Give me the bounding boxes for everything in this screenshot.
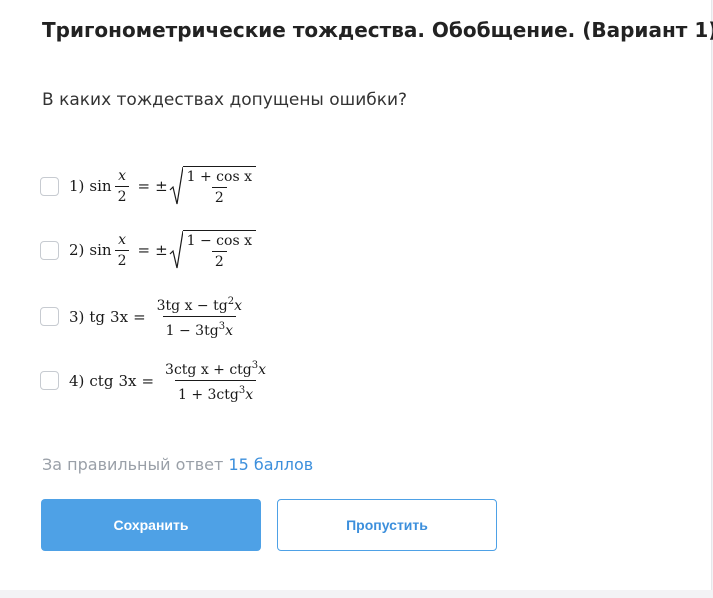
radicand-fraction: 1 + cos x 2 xyxy=(184,169,255,206)
answer-option-3[interactable]: 3) tg 3x = 3tg x − tg2x 1 − 3tg3x xyxy=(40,294,248,339)
option-2-checkbox[interactable] xyxy=(40,240,59,260)
fraction-denominator: 1 − 3tg3x xyxy=(162,316,236,339)
equals-sign: = xyxy=(137,177,151,195)
option-4-formula: 4) ctg 3x = 3ctg x + ctg3x 1 + 3ctg3x xyxy=(69,358,272,403)
plus-minus-sign: ± xyxy=(155,241,168,259)
identity-fraction: 3ctg x + ctg3x 1 + 3ctg3x xyxy=(162,358,269,403)
task-card: Тригонометрические тождества. Обобщение.… xyxy=(0,0,713,590)
function-name: sin xyxy=(89,241,112,259)
option-1-formula: 1) sin x 2 = ± 1 + cos x 2 xyxy=(69,166,256,206)
answer-option-1[interactable]: 1) sin x 2 = ± 1 + cos x 2 xyxy=(40,166,256,206)
fraction-denominator: 2 xyxy=(114,249,130,269)
radical-sign-icon xyxy=(169,166,183,205)
option-4-checkbox[interactable] xyxy=(40,371,59,390)
question-text: В каких тождествах допущены ошибки? xyxy=(42,90,408,110)
option-number: 1) xyxy=(69,177,85,195)
function-name: ctg xyxy=(89,371,114,390)
equals-sign: = xyxy=(133,307,146,326)
fraction-denominator: 2 xyxy=(114,185,130,205)
equals-sign: = xyxy=(137,241,151,259)
save-button[interactable]: Сохранить xyxy=(41,499,261,551)
score-prefix: За правильный ответ xyxy=(42,455,224,474)
function-argument: 3x xyxy=(118,371,137,390)
answer-option-2[interactable]: 2) sin x 2 = ± 1 − cos x 2 xyxy=(40,230,256,270)
square-root: 1 + cos x 2 xyxy=(169,166,256,206)
function-argument: 3x xyxy=(110,307,129,326)
radicand-fraction: 1 − cos x 2 xyxy=(184,233,255,270)
function-name: tg xyxy=(89,307,106,326)
plus-minus-sign: ± xyxy=(155,177,168,195)
half-angle-fraction: x 2 xyxy=(114,231,130,269)
option-1-checkbox[interactable] xyxy=(40,176,59,196)
score-info: За правильный ответ 15 баллов xyxy=(42,455,313,474)
skip-button[interactable]: Пропустить xyxy=(277,499,497,551)
radical-sign-icon xyxy=(169,230,183,269)
option-number: 4) xyxy=(69,371,85,390)
half-angle-fraction: x 2 xyxy=(114,167,130,205)
fraction-numerator: x xyxy=(118,231,126,248)
fraction-numerator: x xyxy=(118,167,126,184)
fraction-numerator: 3ctg x + ctg3x xyxy=(165,360,267,378)
fraction-denominator: 2 xyxy=(211,251,227,270)
square-root: 1 − cos x 2 xyxy=(169,230,256,270)
function-name: sin xyxy=(89,177,112,195)
option-2-formula: 2) sin x 2 = ± 1 − cos x 2 xyxy=(69,230,256,270)
option-3-formula: 3) tg 3x = 3tg x − tg2x 1 − 3tg3x xyxy=(69,294,248,339)
fraction-denominator: 2 xyxy=(211,187,227,206)
identity-fraction: 3tg x − tg2x 1 − 3tg3x xyxy=(154,294,245,339)
fraction-numerator: 1 − cos x xyxy=(186,233,252,249)
equals-sign: = xyxy=(141,371,155,390)
option-number: 2) xyxy=(69,241,85,259)
fraction-numerator: 1 + cos x xyxy=(186,169,252,185)
page-title: Тригонометрические тождества. Обобщение.… xyxy=(42,18,713,42)
score-value: 15 баллов xyxy=(228,455,314,474)
fraction-numerator: 3tg x − tg2x xyxy=(156,296,242,314)
option-number: 3) xyxy=(69,307,85,326)
answer-option-4[interactable]: 4) ctg 3x = 3ctg x + ctg3x 1 + 3ctg3x xyxy=(40,358,272,403)
option-3-checkbox[interactable] xyxy=(40,307,59,326)
fraction-denominator: 1 + 3ctg3x xyxy=(174,380,257,403)
